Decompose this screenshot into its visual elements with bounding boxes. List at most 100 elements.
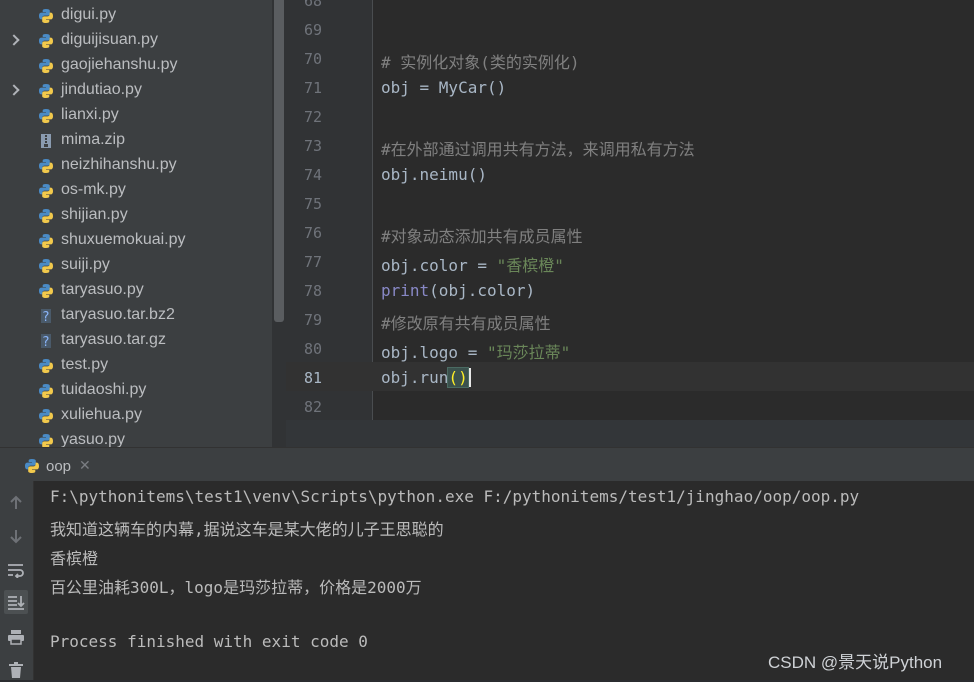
python-file-icon [39, 84, 53, 98]
line-number: 79 [303, 311, 322, 329]
code-line[interactable]: 77 obj.color = "香槟橙" [286, 248, 974, 277]
line-number: 76 [303, 224, 322, 242]
scroll-down-icon[interactable] [4, 524, 28, 548]
console-line: Process finished with exit code 0 [50, 632, 368, 651]
tree-item[interactable]: shijian.py [0, 204, 272, 229]
python-file-icon [39, 109, 53, 123]
svg-text:?: ? [43, 310, 50, 324]
code-line[interactable]: 81 obj.run() [286, 364, 974, 393]
tree-item-label: taryasuo.tar.bz2 [61, 306, 175, 323]
code-editor[interactable]: 68 69 70 # 实例化对象(类的实例化) 71 obj = MyCar() 72 73 #… [286, 0, 974, 447]
tree-item[interactable]: tuidaoshi.py [0, 379, 272, 404]
code-line[interactable]: 74 obj.neimu() [286, 161, 974, 190]
code-line[interactable]: 68 [286, 0, 974, 16]
console-line: 香槟橙 [50, 549, 99, 568]
tree-item[interactable]: test.py [0, 354, 272, 379]
scroll-up-icon[interactable] [4, 491, 28, 515]
code-line[interactable]: 79 #修改原有共有成员属性 [286, 306, 974, 335]
close-icon[interactable]: ✕ [79, 458, 91, 474]
run-toolbar [0, 481, 34, 680]
python-file-icon [39, 284, 53, 298]
svg-text:?: ? [43, 335, 50, 349]
tree-item-label: shijian.py [61, 206, 128, 223]
line-number: 80 [303, 340, 322, 358]
python-file-icon [39, 59, 53, 73]
tree-item[interactable]: yasuo.py [0, 429, 272, 447]
code-line[interactable]: 80 obj.logo = "玛莎拉蒂" [286, 335, 974, 364]
line-number: 70 [303, 50, 322, 68]
tree-item[interactable]: taryasuo.py [0, 279, 272, 304]
tree-item-label: digui.py [61, 6, 117, 23]
code-line[interactable]: 70 # 实例化对象(类的实例化) [286, 45, 974, 74]
scroll-to-end-icon[interactable] [4, 590, 28, 614]
python-file-icon [39, 434, 53, 447]
tree-item[interactable]: gaojiehanshu.py [0, 54, 272, 79]
tree-item[interactable]: jindutiao.py [0, 79, 272, 104]
run-tab[interactable]: oop ✕ [24, 457, 91, 475]
tree-item[interactable]: neizhihanshu.py [0, 154, 272, 179]
unknown-file-icon: ? [41, 309, 51, 324]
code-text: obj.neimu() [381, 165, 487, 184]
python-file-icon [39, 9, 53, 23]
tree-item[interactable]: ? taryasuo.tar.gz [0, 329, 272, 354]
python-file-icon [39, 209, 53, 223]
zip-file-icon [41, 134, 51, 148]
line-number: 74 [303, 166, 322, 184]
tree-item-label: gaojiehanshu.py [61, 56, 178, 73]
code-line[interactable]: 69 [286, 16, 974, 45]
tree-item-label: diguijisuan.py [61, 31, 158, 48]
tree-item[interactable]: lianxi.py [0, 104, 272, 129]
tree-item-label: tuidaoshi.py [61, 381, 147, 398]
tree-item[interactable]: mima.zip [0, 129, 272, 154]
tree-scrollbar-thumb[interactable] [274, 0, 284, 322]
tree-item-label: os-mk.py [61, 181, 126, 198]
tree-item-label: neizhihanshu.py [61, 156, 177, 173]
python-file-icon [39, 359, 53, 373]
code-text: obj.logo = "玛莎拉蒂" [381, 343, 571, 362]
chevron-right-icon[interactable] [8, 34, 20, 46]
line-number: 75 [303, 195, 322, 213]
code-line[interactable]: 71 obj = MyCar() [286, 74, 974, 103]
python-icon [25, 459, 39, 473]
text-caret [468, 368, 471, 387]
line-number: 73 [303, 137, 322, 155]
code-line[interactable]: 76 #对象动态添加共有成员属性 [286, 219, 974, 248]
watermark: CSDN @景天说Python [768, 653, 943, 672]
code-text: print(obj.color) [381, 281, 536, 300]
unknown-file-icon: ? [41, 334, 51, 349]
tree-item-label: yasuo.py [61, 431, 126, 447]
code-line[interactable]: 72 [286, 103, 974, 132]
print-icon[interactable] [4, 625, 28, 649]
code-line[interactable]: 75 [286, 190, 974, 219]
tree-item-label: taryasuo.tar.gz [61, 331, 166, 348]
code-text: #对象动态添加共有成员属性 [381, 227, 583, 246]
code-text: #修改原有共有成员属性 [381, 314, 551, 333]
tree-item[interactable]: digui.py [0, 4, 272, 29]
line-number: 78 [303, 282, 322, 300]
chevron-right-icon[interactable] [8, 84, 20, 96]
python-file-icon [39, 409, 53, 423]
tree-item[interactable]: suiji.py [0, 254, 272, 279]
tree-item-label: xuliehua.py [61, 406, 142, 423]
line-number: 82 [303, 398, 322, 416]
tree-item-label: taryasuo.py [61, 281, 144, 298]
tree-item-label: jindutiao.py [61, 81, 142, 98]
tree-item[interactable]: diguijisuan.py [0, 29, 272, 54]
code-line[interactable]: 82 [286, 393, 974, 422]
code-line[interactable]: 78 print(obj.color) [286, 277, 974, 306]
tree-item-label: mima.zip [61, 131, 126, 148]
tree-item[interactable]: os-mk.py [0, 179, 272, 204]
trash-icon[interactable] [4, 658, 28, 682]
line-number: 81 [303, 369, 322, 387]
soft-wrap-icon[interactable] [4, 558, 28, 582]
tree-item-label: lianxi.py [61, 106, 119, 123]
run-panel-header: oop ✕ [0, 447, 974, 482]
code-text: obj.color = "香槟橙" [381, 256, 564, 275]
tree-item[interactable]: xuliehua.py [0, 404, 272, 429]
editor-bottom-area [286, 420, 974, 447]
tree-item[interactable]: ? taryasuo.tar.bz2 [0, 304, 272, 329]
console-line: 百公里油耗300L，logo是玛莎拉蒂，价格是2000万 [50, 578, 422, 597]
tree-item[interactable]: shuxuemokuai.py [0, 229, 272, 254]
code-line[interactable]: 73 #在外部通过调用共有方法，来调用私有方法 [286, 132, 974, 161]
code-text: #在外部通过调用共有方法，来调用私有方法 [381, 140, 695, 159]
